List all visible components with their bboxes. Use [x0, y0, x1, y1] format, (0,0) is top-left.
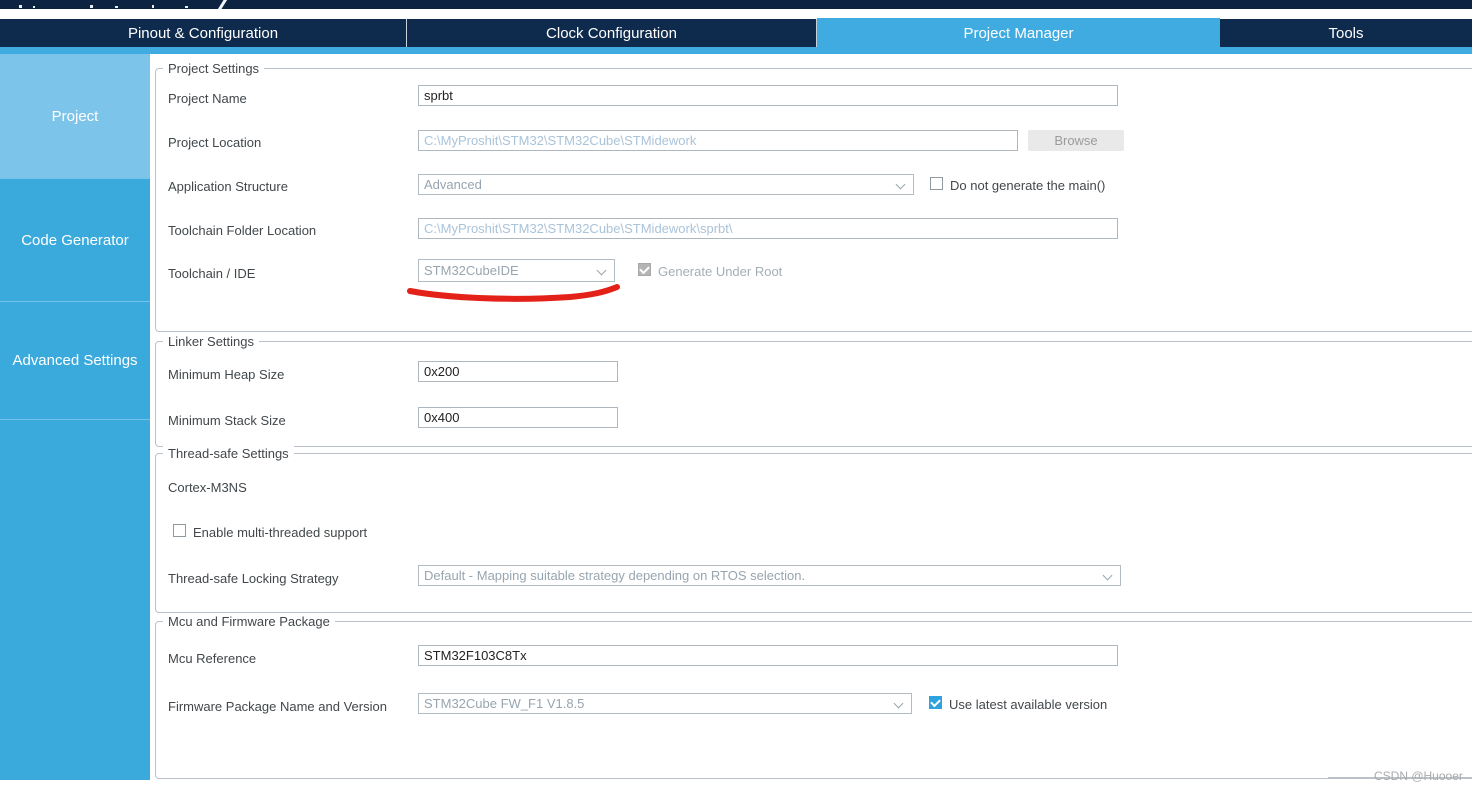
- clipped-text-fragment: [33, 6, 35, 8]
- project-location-input[interactable]: [418, 130, 1018, 151]
- project-location-label: Project Location: [168, 135, 262, 150]
- linker-settings-group: Linker Settings Minimum Heap Size Minimu…: [155, 334, 1472, 447]
- watermark-text: CSDN @Huooer: [1374, 769, 1463, 783]
- tab-tools[interactable]: Tools: [1220, 19, 1472, 47]
- project-name-input[interactable]: [418, 85, 1118, 106]
- enable-multi-threaded-label: Enable multi-threaded support: [193, 525, 368, 540]
- sidebar-item-advanced-settings[interactable]: Advanced Settings: [0, 301, 150, 419]
- toolchain-ide-value: STM32CubeIDE: [424, 263, 519, 278]
- chevron-down-icon: [1102, 570, 1113, 581]
- tab-project-manager[interactable]: Project Manager: [817, 18, 1220, 48]
- min-heap-input[interactable]: [418, 361, 618, 382]
- generate-under-root-checkbox[interactable]: [638, 263, 651, 276]
- tab-label: Pinout & Configuration: [127, 24, 279, 42]
- clipped-text-fragment: [90, 5, 93, 8]
- sidebar-item-label: Project: [51, 107, 99, 125]
- enable-multi-threaded-checkbox[interactable]: [173, 524, 186, 537]
- toolchain-ide-select[interactable]: STM32CubeIDE: [418, 259, 615, 282]
- do-not-generate-main-label: Do not generate the main(): [950, 178, 1106, 193]
- sidebar-item-label: Code Generator: [21, 231, 129, 249]
- firmware-package-label: Firmware Package Name and Version: [168, 699, 387, 714]
- project-manager-sidebar: Project Code Generator Advanced Settings: [0, 54, 150, 780]
- thread-safe-settings-group: Thread-safe Settings Cortex-M3NS Enable …: [155, 446, 1472, 613]
- min-heap-label: Minimum Heap Size: [168, 367, 285, 382]
- tab-label: Project Manager: [963, 24, 1074, 42]
- group-legend: Thread-safe Settings: [163, 446, 294, 461]
- tab-pinout-configuration[interactable]: Pinout & Configuration: [0, 19, 407, 47]
- mcu-reference-label: Mcu Reference: [168, 651, 257, 666]
- chevron-down-icon: [596, 265, 607, 276]
- group-legend: Linker Settings: [163, 334, 259, 349]
- sidebar-item-project[interactable]: Project: [0, 54, 150, 178]
- locking-strategy-select[interactable]: Default - Mapping suitable strategy depe…: [418, 565, 1121, 586]
- toolchain-ide-label: Toolchain / IDE: [168, 266, 256, 281]
- sidebar-item-label: Advanced Settings: [12, 352, 138, 369]
- firmware-package-value: STM32Cube FW_F1 V1.8.5: [424, 696, 585, 711]
- tab-label: Clock Configuration: [546, 24, 677, 42]
- clipped-text-fragment: [152, 5, 154, 8]
- chevron-down-icon: [893, 698, 904, 709]
- min-stack-label: Minimum Stack Size: [168, 413, 286, 428]
- application-structure-value: Advanced: [424, 177, 482, 192]
- active-tab-underline: [0, 47, 1472, 54]
- do-not-generate-main-checkbox[interactable]: [930, 177, 943, 190]
- mcu-reference-input[interactable]: [418, 645, 1118, 666]
- clipped-text-fragment: [19, 5, 22, 8]
- project-name-label: Project Name: [168, 91, 247, 106]
- main-tab-bar: Pinout & Configuration Clock Configurati…: [0, 18, 1472, 48]
- toolchain-folder-input[interactable]: [418, 218, 1118, 239]
- core-name-text: Cortex-M3NS: [168, 480, 247, 495]
- mcu-firmware-group: Mcu and Firmware Package Mcu Reference F…: [155, 614, 1472, 779]
- clipped-toolbar-strip: [0, 0, 1472, 11]
- tab-clock-configuration[interactable]: Clock Configuration: [407, 19, 817, 47]
- locking-strategy-value: Default - Mapping suitable strategy depe…: [424, 568, 806, 583]
- browse-button[interactable]: Browse: [1028, 130, 1124, 151]
- application-structure-select[interactable]: Advanced: [418, 174, 914, 195]
- tab-label: Tools: [1328, 24, 1364, 42]
- locking-strategy-label: Thread-safe Locking Strategy: [168, 571, 339, 586]
- group-legend: Mcu and Firmware Package: [163, 614, 335, 629]
- use-latest-version-label: Use latest available version: [949, 697, 1108, 712]
- sidebar-filler: [0, 419, 150, 780]
- group-legend: Project Settings: [163, 61, 265, 76]
- firmware-package-select[interactable]: STM32Cube FW_F1 V1.8.5: [418, 693, 912, 714]
- project-settings-group: Project Settings Project Name Project Lo…: [155, 61, 1472, 332]
- sidebar-item-code-generator[interactable]: Code Generator: [0, 178, 150, 301]
- min-stack-input[interactable]: [418, 407, 618, 428]
- clipped-text-fragment: [185, 6, 188, 8]
- project-manager-page: Pinout & Configuration Clock Configurati…: [0, 0, 1472, 795]
- use-latest-version-checkbox[interactable]: [929, 696, 942, 709]
- clipped-slash-fragment: [217, 0, 228, 11]
- clipped-text-fragment: [115, 6, 118, 8]
- chevron-down-icon: [895, 179, 906, 190]
- application-structure-label: Application Structure: [168, 179, 288, 194]
- generate-under-root-label: Generate Under Root: [658, 264, 783, 279]
- toolchain-folder-label: Toolchain Folder Location: [168, 223, 317, 238]
